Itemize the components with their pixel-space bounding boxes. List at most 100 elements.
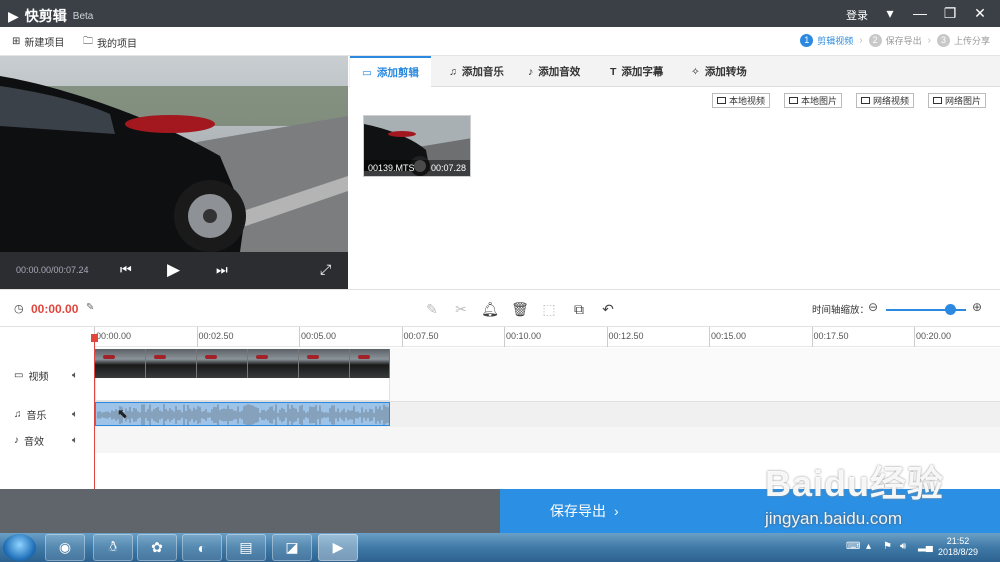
tab-label: 添加转场	[704, 66, 747, 78]
app-logo: ▶ 快剪辑 Beta	[8, 6, 93, 26]
pencil-icon[interactable]: ✎	[423, 300, 441, 318]
speaker-icon[interactable]: 🔈︎	[72, 370, 78, 381]
zoom-in-icon[interactable]: ⊕	[972, 300, 982, 314]
volume-icon[interactable]: 🔊︎	[900, 541, 906, 552]
undo-icon[interactable]: ↶	[599, 300, 617, 318]
speaker-icon[interactable]: 🔈︎	[72, 409, 78, 420]
ruler-tick	[401, 327, 403, 347]
folder-icon: 🗀	[83, 36, 93, 47]
add-tabs: ▭ 添加剪辑 ♫ 添加音乐 ♪ 添加音效 T 添加字幕 ✧ 添加转场	[349, 56, 1000, 87]
ruler-tick	[709, 327, 710, 347]
ruler-label: 00:07.50	[403, 331, 439, 341]
tab-label: 添加字幕	[621, 66, 664, 78]
tab-label: 添加音效	[538, 66, 581, 78]
step-export[interactable]: 2 保存导出	[868, 34, 922, 47]
sound-effect-icon: ♪	[528, 65, 534, 78]
music-clip[interactable]	[95, 402, 390, 426]
ruler-label: 00:10.00	[506, 331, 542, 341]
web-image-button[interactable]: 网络图片	[928, 93, 987, 108]
app-title: 快剪辑	[24, 8, 67, 24]
play-icon[interactable]: ▶	[167, 260, 180, 280]
edit-time-icon[interactable]: ✎	[86, 302, 94, 313]
local-video-button[interactable]: 本地视频	[712, 93, 771, 108]
tab-add-subtitle[interactable]: T 添加字幕	[598, 56, 675, 87]
ruler-tick	[504, 327, 505, 347]
image-icon	[933, 97, 942, 104]
video-clip-audio-area[interactable]	[95, 378, 390, 401]
next-frame-icon[interactable]: ⏭	[216, 262, 228, 278]
web-video-button[interactable]: 网络视频	[856, 93, 915, 108]
zoom-slider-handle[interactable]	[944, 304, 956, 315]
browser-360-icon[interactable]: ◉	[45, 534, 85, 561]
ruler-label: 00:05.00	[301, 331, 337, 341]
zoom-out-icon[interactable]: ⊖	[868, 300, 878, 314]
scissors-icon[interactable]: ✂	[452, 300, 470, 318]
timeline-toolbar: ◷ 00:00.00 ✎ ✎ ✂ 🔔︎ 🗑︎ ⬚ ⧉ ↶ 时间轴缩放： ⊖ ⊕	[0, 289, 1000, 327]
tab-label: 添加剪辑	[376, 67, 419, 79]
crop-icon[interactable]: ⬚	[540, 300, 558, 318]
my-projects-button[interactable]: 🗀 我的项目	[83, 34, 137, 51]
video-camera-icon: ▭	[362, 66, 372, 79]
network-icon[interactable]: ▂▄	[918, 541, 933, 552]
firefox-icon[interactable]: ◐	[182, 534, 222, 561]
speaker-icon[interactable]: 🔈︎	[72, 435, 78, 446]
chevron-right-icon: ›	[859, 35, 863, 46]
close-button[interactable]: ✕	[970, 4, 990, 22]
new-project-label: 新建项目	[24, 38, 65, 49]
step-label: 保存导出	[885, 36, 922, 46]
windows-taskbar: ◉ 🐧︎ ✿ ◐ ▤ ◪ ▶ ⌨ ▴ ⚑ 🔊︎ ▂▄ 21:52 2018/8/…	[0, 533, 1000, 562]
chevron-right-icon: ›	[927, 35, 931, 46]
minimize-button[interactable]: —	[910, 4, 930, 22]
copy-icon[interactable]: ⧉	[570, 300, 588, 318]
step-edit[interactable]: 1 剪辑视频	[800, 34, 853, 47]
flag-icon[interactable]: ⚑	[883, 541, 892, 552]
preview-controls: 00:00.00/00:07.24 ⏮ ▶ ⏭ ⤢	[0, 252, 348, 289]
ruler-tick	[299, 327, 300, 347]
sfx-lane[interactable]	[94, 427, 1000, 453]
ruler-tick	[811, 327, 813, 347]
tab-add-music[interactable]: ♫ 添加音乐	[437, 56, 516, 87]
bell-icon[interactable]: 🔔︎	[481, 300, 499, 318]
login-link[interactable]: 登录	[846, 7, 868, 23]
ruler-label: 00:00.00	[96, 331, 132, 341]
fullscreen-icon[interactable]: ⤢	[320, 261, 331, 278]
file-explorer-icon[interactable]: ▤	[226, 534, 266, 561]
tab-label: 添加音乐	[461, 66, 504, 78]
video-frame-thumbnail	[95, 349, 146, 378]
kuaijianji-taskbar-icon[interactable]: ▶	[318, 534, 358, 561]
audio-waveform	[97, 404, 389, 425]
start-button[interactable]	[3, 534, 36, 561]
local-image-button[interactable]: 本地图片	[784, 93, 843, 108]
sfx-track-header: ♪ 音效 🔈︎	[0, 427, 94, 453]
qq-icon[interactable]: 🐧︎	[93, 534, 133, 561]
button-label: 网络图片	[945, 96, 982, 106]
track-label: 视频	[28, 371, 49, 383]
step-share[interactable]: 3 上传分享	[936, 34, 990, 47]
playhead[interactable]	[94, 334, 95, 489]
tab-add-transition[interactable]: ✧ 添加转场	[679, 56, 759, 87]
clock-icon: ◷	[14, 303, 24, 315]
image-icon	[789, 97, 798, 104]
play-logo-icon: ▶	[8, 7, 19, 24]
keyboard-icon[interactable]: ⌨	[846, 541, 860, 552]
trash-icon[interactable]: 🗑︎	[511, 300, 529, 318]
track-label: 音乐	[26, 410, 47, 422]
clip-duration: 00:07.28	[430, 163, 466, 173]
dropdown-menu-icon[interactable]: ▾	[880, 4, 900, 22]
new-project-button[interactable]: ⊞ 新建项目	[12, 34, 64, 49]
app-icon[interactable]: ◪	[272, 534, 312, 561]
media-player-icon[interactable]: ✿	[137, 534, 177, 561]
previous-frame-icon[interactable]: ⏮	[120, 262, 132, 278]
step-number: 1	[800, 34, 814, 47]
tray-arrow-icon[interactable]: ▴	[866, 541, 871, 552]
music-track-header: ♫ 音乐 🔈︎	[0, 401, 94, 427]
mouse-cursor-icon: ⬉	[117, 406, 128, 421]
video-clip[interactable]	[95, 349, 390, 378]
music-note-icon: ♫	[14, 408, 22, 420]
tab-add-clip[interactable]: ▭ 添加剪辑	[350, 56, 431, 87]
timeline-ruler[interactable]: 00:00.00 00:02.50 00:05.00 00:07.50 00:10.00…	[94, 327, 1000, 347]
tab-add-sfx[interactable]: ♪ 添加音效	[516, 56, 592, 87]
system-clock[interactable]: 21:52 2018/8/29	[938, 536, 978, 558]
maximize-button[interactable]: ❐	[940, 4, 960, 22]
media-clip-thumbnail[interactable]: 00139.MTS 00:07.28	[363, 115, 471, 177]
